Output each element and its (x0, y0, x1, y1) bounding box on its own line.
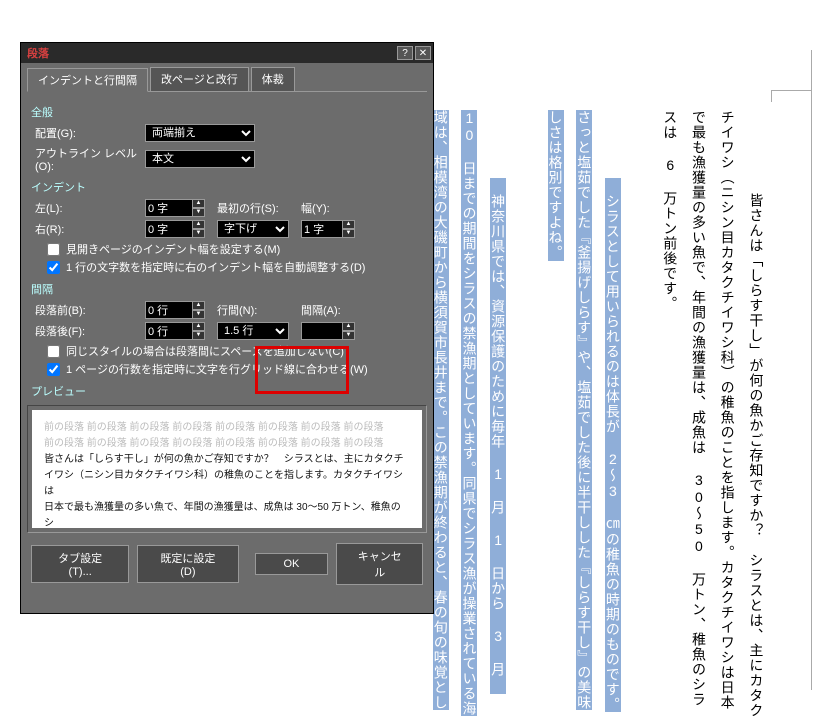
line-spacing-label: 行間(N): (217, 302, 289, 318)
ok-button[interactable]: OK (255, 553, 329, 575)
spacing-group-label: 間隔 (31, 281, 423, 297)
default-button[interactable]: 既定に設定(D) (137, 545, 238, 583)
dialog-tabs: インデントと行間隔 改ページと改行 体裁 (27, 67, 427, 92)
line-spacing-select[interactable]: 1.5 行 (217, 322, 289, 340)
close-button[interactable]: ✕ (415, 46, 431, 60)
indent-group-label: インデント (31, 179, 423, 195)
outline-label: アウトライン レベル(O): (35, 145, 145, 173)
before-spin[interactable]: ▲▼ (145, 301, 205, 319)
tabset-button[interactable]: タブ設定(T)... (31, 545, 129, 583)
before-input[interactable] (145, 301, 193, 319)
width-label: 幅(Y): (301, 200, 373, 216)
samestyle-label: 同じスタイルの場合は段落間にスペースを追加しない(C) (66, 343, 344, 359)
indent-right-input[interactable] (145, 220, 193, 238)
tab-pagebreak[interactable]: 改ページと改行 (150, 67, 249, 91)
align-select[interactable]: 両端揃え (145, 124, 255, 142)
preview-label: プレビュー (31, 383, 423, 399)
indent-left-label: 左(L): (35, 200, 145, 216)
dialog-titlebar[interactable]: 段落 ? ✕ (21, 43, 433, 63)
page-corner (771, 90, 811, 102)
cancel-button[interactable]: キャンセル (336, 543, 423, 585)
firstline-label: 最初の行(S): (217, 200, 289, 216)
firstline-select[interactable]: 字下げ (217, 220, 289, 238)
tab-layout[interactable]: 体裁 (251, 67, 295, 91)
help-button[interactable]: ? (397, 46, 413, 60)
tab-indent[interactable]: インデントと行間隔 (27, 68, 148, 92)
autoadjust-checkbox[interactable] (47, 261, 60, 274)
indent-left-input[interactable] (145, 199, 193, 217)
paragraph-dialog: 段落 ? ✕ インデントと行間隔 改ページと改行 体裁 全般 配置(G): 両端… (20, 42, 434, 614)
before-label: 段落前(B): (35, 302, 145, 318)
document-canvas: 皆さんは「しらす干し」が何の魚かご存知ですか？ シラスとは、主にカタクチイワシ（… (442, 50, 812, 690)
mirror-label: 見開きページのインデント幅を設定する(M) (66, 241, 280, 257)
tab-panel: 全般 配置(G): 両端揃え アウトライン レベル(O): 本文 インデント 左… (21, 92, 433, 399)
indent-right-spin[interactable]: ▲▼ (145, 220, 205, 238)
dialog-button-bar: タブ設定(T)... 既定に設定(D) OK キャンセル (21, 533, 433, 595)
gridalign-label: 1 ページの行数を指定時に文字を行グリッド線に合わせる(W) (66, 361, 368, 377)
autoadjust-label: 1 行の文字数を指定時に右のインデント幅を自動調整する(D) (66, 259, 365, 275)
gap-label: 間隔(A): (301, 302, 373, 318)
width-input[interactable] (301, 220, 343, 238)
samestyle-checkbox[interactable] (47, 345, 60, 358)
after-input[interactable] (145, 322, 193, 340)
width-spin[interactable]: ▲▼ (301, 220, 355, 238)
after-label: 段落後(F): (35, 323, 145, 339)
gap-spin[interactable]: ▲▼ (301, 322, 355, 340)
outline-select[interactable]: 本文 (145, 150, 255, 168)
gap-input[interactable] (301, 322, 343, 340)
after-spin[interactable]: ▲▼ (145, 322, 205, 340)
paragraph-2-selected: シラスとして用いられるのは体長が 2～3 ㎝の稚魚の時期のものです。さっと塩茹で… (548, 110, 621, 712)
mirror-checkbox[interactable] (47, 243, 60, 256)
paragraph-1: 皆さんは「しらす干し」が何の魚かご存知ですか？ シラスとは、主にカタクチイワシ（… (662, 110, 764, 718)
indent-left-spin[interactable]: ▲▼ (145, 199, 205, 217)
align-label: 配置(G): (35, 125, 145, 141)
preview-area: 前の段落 前の段落 前の段落 前の段落 前の段落 前の段落 前の段落 前の段落 … (27, 405, 427, 533)
dialog-title: 段落 (27, 45, 395, 61)
preview-content: 前の段落 前の段落 前の段落 前の段落 前の段落 前の段落 前の段落 前の段落 … (32, 410, 422, 528)
gridalign-checkbox[interactable] (47, 363, 60, 376)
general-group-label: 全般 (31, 104, 423, 120)
indent-right-label: 右(R): (35, 221, 145, 237)
